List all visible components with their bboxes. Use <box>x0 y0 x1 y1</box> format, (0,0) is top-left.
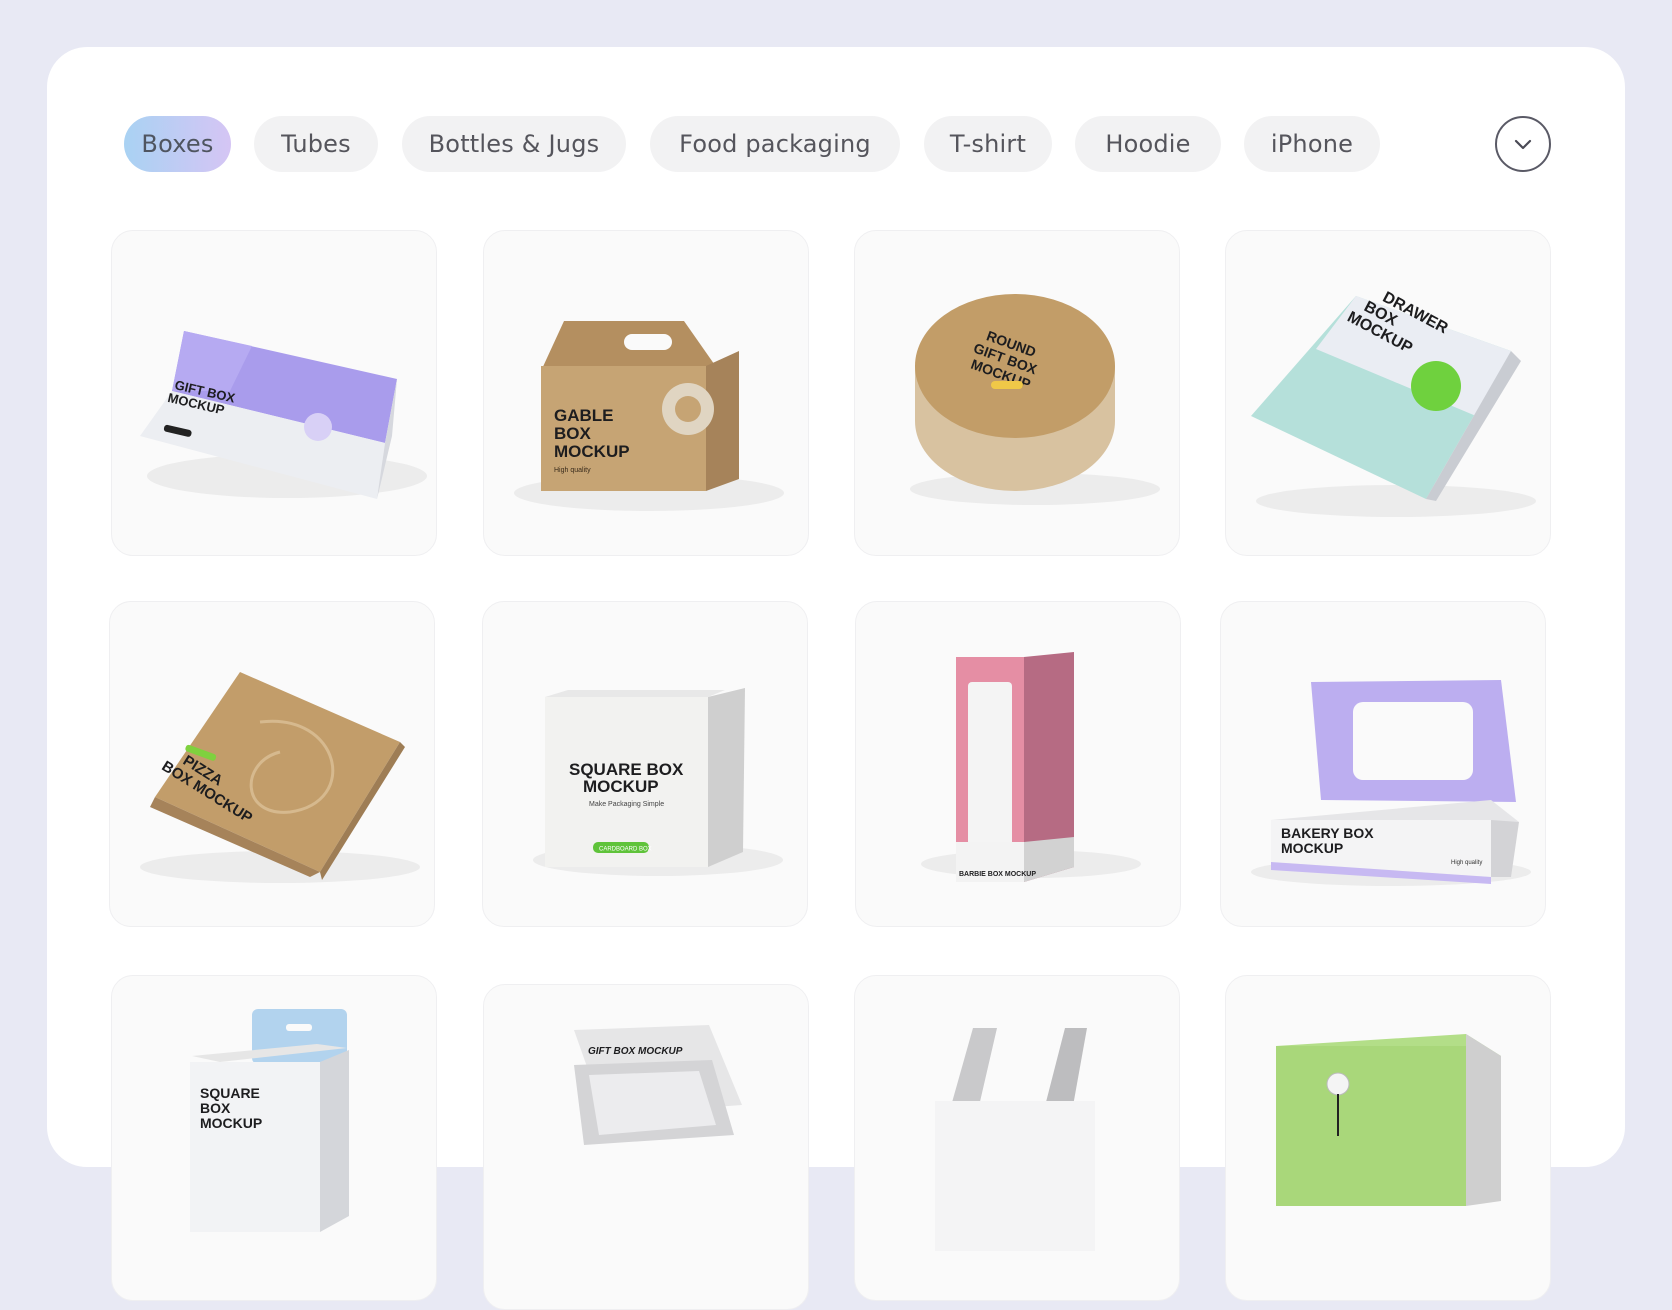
pizza-box-image: PIZZA BOX MOCKUP <box>140 672 420 883</box>
hanging-box-label-line2: BOX <box>200 1100 231 1116</box>
gable-box-label-line2: BOX <box>554 424 592 443</box>
mockup-card-barbie-box[interactable]: BARBIE BOX MOCKUP <box>855 601 1181 927</box>
handle-bag-box-image <box>935 1028 1095 1251</box>
gable-box-image: GABLE BOX MOCKUP High quality <box>514 321 784 511</box>
barbie-box-image: BARBIE BOX MOCKUP <box>921 652 1141 882</box>
mockup-card-hanging-square-box[interactable]: SQUARE BOX MOCKUP <box>111 975 437 1301</box>
mockup-card-pizza-box[interactable]: PIZZA BOX MOCKUP <box>109 601 435 927</box>
chip-hoodie[interactable]: Hoodie <box>1075 116 1221 172</box>
chip-bottles-jugs[interactable]: Bottles & Jugs <box>402 116 626 172</box>
hanging-box-label-line1: SQUARE <box>200 1085 260 1101</box>
chip-iphone[interactable]: iPhone <box>1244 116 1380 172</box>
square-box-label-line2: MOCKUP <box>583 777 659 796</box>
open-gift-box-label: GIFT BOX MOCKUP <box>588 1046 683 1057</box>
bakery-box-image: BAKERY BOX MOCKUP High quality <box>1251 680 1531 886</box>
barbie-box-label: BARBIE BOX MOCKUP <box>959 871 1036 878</box>
bakery-box-label-line2: MOCKUP <box>1281 840 1343 856</box>
chip-food-packaging[interactable]: Food packaging <box>650 116 900 172</box>
hanging-square-box-image: SQUARE BOX MOCKUP <box>190 1009 349 1232</box>
round-gift-box-image: ROUND GIFT BOX MOCKUP <box>910 294 1160 505</box>
gift-box-image: GIFT BOX MOCKUP <box>140 331 427 499</box>
more-categories-button[interactable] <box>1495 116 1551 172</box>
square-box-subtitle: Make Packaging Simple <box>589 801 664 808</box>
gable-box-label-line3: MOCKUP <box>554 442 630 461</box>
mockup-card-bakery-box[interactable]: BAKERY BOX MOCKUP High quality <box>1220 601 1546 927</box>
square-box-badge: CARDBOARD BOX <box>599 847 652 853</box>
drawer-box-image: DRAWER BOX MOCKUP <box>1251 289 1536 517</box>
gable-box-label-line1: GABLE <box>554 406 614 425</box>
chevron-down-icon <box>1514 139 1532 150</box>
mockup-card-open-gift-box[interactable]: GIFT BOX MOCKUP <box>483 984 809 1310</box>
mockup-card-handle-bag-box[interactable] <box>854 975 1180 1301</box>
bakery-box-subtitle: High quality <box>1451 860 1482 866</box>
bakery-box-label-line1: BAKERY BOX <box>1281 825 1374 841</box>
open-gift-box-image: GIFT BOX MOCKUP <box>574 1025 742 1145</box>
mockup-card-square-box[interactable]: SQUARE BOX MOCKUP Make Packaging Simple … <box>482 601 808 927</box>
gable-box-subtitle: High quality <box>554 467 591 474</box>
button-box-image <box>1276 1034 1501 1206</box>
mockup-card-gable-box[interactable]: GABLE BOX MOCKUP High quality <box>483 230 809 556</box>
hanging-box-label-line3: MOCKUP <box>200 1115 262 1131</box>
square-box-image: SQUARE BOX MOCKUP Make Packaging Simple … <box>533 688 783 876</box>
mockup-card-button-box[interactable] <box>1225 975 1551 1301</box>
chip-boxes[interactable]: Boxes <box>124 116 231 172</box>
mockup-card-drawer-box[interactable]: DRAWER BOX MOCKUP <box>1225 230 1551 556</box>
mockup-card-round-gift-box[interactable]: ROUND GIFT BOX MOCKUP <box>854 230 1180 556</box>
chip-tubes[interactable]: Tubes <box>254 116 378 172</box>
chip-t-shirt[interactable]: T-shirt <box>924 116 1052 172</box>
mockup-card-gift-box[interactable]: GIFT BOX MOCKUP <box>111 230 437 556</box>
